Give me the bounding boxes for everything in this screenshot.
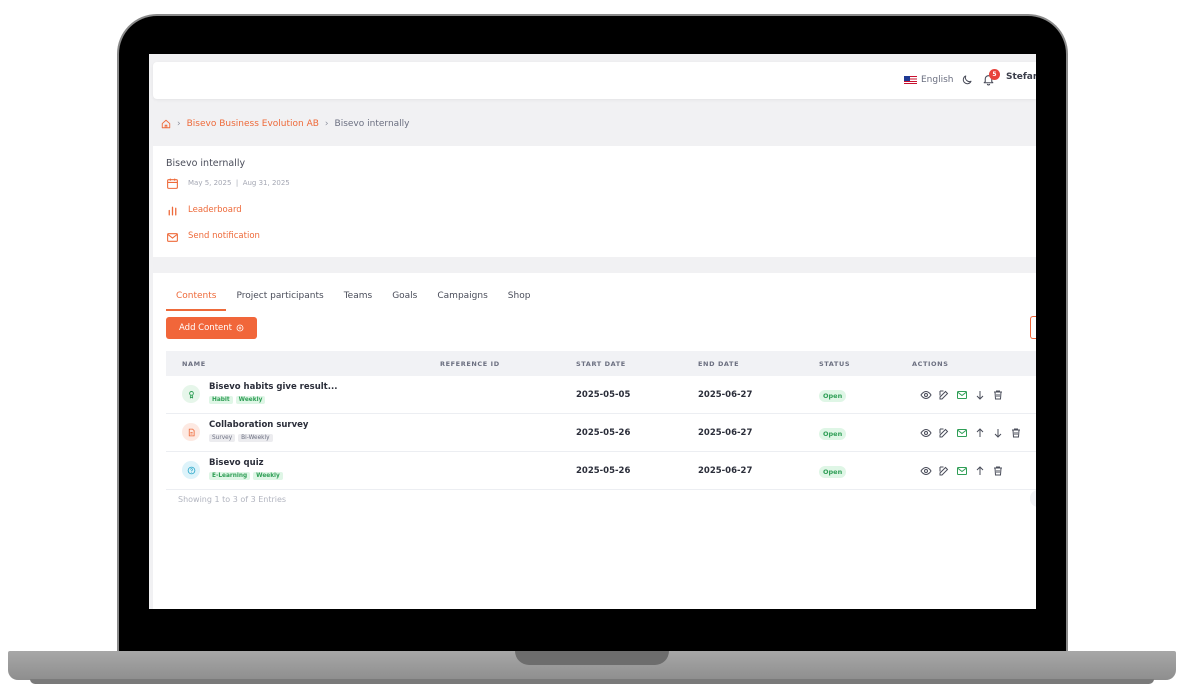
table-header: NAME REFERENCE ID START DATE END DATE ST…: [166, 351, 1036, 376]
status-badge: Open: [819, 390, 847, 402]
chevron-right-icon: ›: [177, 119, 181, 129]
tag: Weekly: [235, 396, 266, 404]
breadcrumb-company[interactable]: Bisevo Business Evolution AB: [187, 119, 319, 129]
breadcrumb: › Bisevo Business Evolution AB › Bisevo …: [161, 119, 409, 129]
contents-panel: Contents Project participants Teams Goal…: [153, 273, 1036, 609]
add-content-button[interactable]: Add Content: [166, 317, 257, 339]
arrow-up-icon[interactable]: [974, 427, 986, 439]
user-name[interactable]: Stefan: [1006, 72, 1036, 82]
quiz-icon: [182, 461, 200, 479]
project-info-card: Bisevo internally May 5, 2025 | Aug 31, …: [153, 146, 1036, 257]
eye-icon[interactable]: [920, 427, 932, 439]
content-name[interactable]: Bisevo quiz: [209, 458, 264, 468]
edit-icon[interactable]: [938, 427, 950, 439]
breadcrumb-current: Bisevo internally: [334, 119, 410, 129]
mail-icon[interactable]: [956, 389, 968, 401]
project-dates: May 5, 2025 | Aug 31, 2025: [188, 179, 290, 187]
table-row[interactable]: Bisevo habits give result... Habit Weekl…: [166, 376, 1036, 414]
start-date: 2025-05-26: [576, 466, 631, 476]
survey-icon: [182, 423, 200, 441]
laptop-base-edge: [30, 679, 1154, 684]
content-name[interactable]: Bisevo habits give result...: [209, 382, 337, 392]
column-status[interactable]: STATUS: [819, 360, 850, 368]
tag: Weekly: [253, 472, 283, 480]
content-tags: Survey Bi-Weekly: [209, 434, 273, 442]
chevron-right-icon: ›: [324, 119, 329, 129]
calendar-icon: [167, 178, 178, 189]
tag: Bi-Weekly: [238, 434, 273, 442]
table-row[interactable]: Collaboration survey Survey Bi-Weekly 20…: [166, 414, 1036, 452]
tag: Survey: [209, 434, 236, 442]
date-separator: |: [235, 179, 239, 187]
language-selector[interactable]: English: [904, 75, 954, 85]
status-badge: Open: [819, 428, 847, 440]
plus-circle-icon: [236, 324, 244, 332]
arrow-up-icon[interactable]: [974, 465, 986, 477]
content-tags: E-Learning Weekly: [209, 472, 283, 480]
notification-badge: 5: [989, 69, 1000, 80]
leaderboard-link[interactable]: Leaderboard: [188, 205, 242, 215]
column-end-date[interactable]: END DATE: [698, 360, 739, 368]
tag: Habit: [209, 396, 233, 404]
start-date: 2025-05-26: [576, 428, 631, 438]
column-reference-id[interactable]: REFERENCE ID: [440, 360, 500, 368]
tab-shop[interactable]: Shop: [498, 288, 541, 311]
edit-icon[interactable]: [938, 465, 950, 477]
bar-chart-icon: [168, 206, 177, 216]
row-actions: [920, 465, 1004, 477]
end-date: 2025-06-27: [698, 390, 753, 400]
start-date: 2025-05-05: [576, 390, 631, 400]
table-entries-summary: Showing 1 to 3 of 3 Entries: [178, 495, 287, 504]
status-badge: Open: [819, 466, 847, 478]
tab-contents[interactable]: Contents: [166, 288, 227, 311]
tab-teams[interactable]: Teams: [334, 288, 382, 311]
language-label: English: [921, 75, 954, 85]
row-actions: [920, 389, 1004, 401]
tag: E-Learning: [209, 472, 251, 480]
tab-bar: Contents Project participants Teams Goal…: [166, 288, 540, 311]
end-date: 2025-06-27: [698, 428, 753, 438]
project-start-date: May 5, 2025: [188, 179, 232, 187]
toolbar-button-right[interactable]: [1030, 316, 1036, 339]
pagination-control[interactable]: [1030, 490, 1036, 507]
eye-icon[interactable]: [920, 389, 932, 401]
edit-icon[interactable]: [938, 389, 950, 401]
us-flag-icon: [904, 76, 917, 84]
arrow-down-icon[interactable]: [992, 427, 1004, 439]
row-actions: [920, 427, 1022, 439]
send-notification-link[interactable]: Send notification: [188, 231, 260, 241]
arrow-down-icon[interactable]: [974, 389, 986, 401]
trash-icon[interactable]: [992, 389, 1004, 401]
eye-icon[interactable]: [920, 465, 932, 477]
trash-icon[interactable]: [992, 465, 1004, 477]
table-row[interactable]: Bisevo quiz E-Learning Weekly 2025-05-26…: [166, 452, 1036, 490]
content-name[interactable]: Collaboration survey: [209, 420, 308, 430]
tab-project-participants[interactable]: Project participants: [226, 288, 333, 311]
app-screen: English 5 Stefan › Bisevo Business Evolu…: [149, 54, 1036, 609]
add-content-label: Add Content: [179, 323, 232, 333]
column-name[interactable]: NAME: [182, 360, 206, 368]
mail-icon[interactable]: [956, 465, 968, 477]
tab-campaigns[interactable]: Campaigns: [427, 288, 497, 311]
moon-icon[interactable]: [961, 74, 973, 86]
column-start-date[interactable]: START DATE: [576, 360, 626, 368]
column-actions: ACTIONS: [912, 360, 949, 368]
trash-icon[interactable]: [1010, 427, 1022, 439]
mail-icon[interactable]: [956, 427, 968, 439]
project-end-date: Aug 31, 2025: [242, 179, 290, 187]
end-date: 2025-06-27: [698, 466, 753, 476]
home-icon[interactable]: [161, 119, 171, 129]
project-title: Bisevo internally: [166, 158, 246, 169]
habit-icon: [182, 385, 200, 403]
content-tags: Habit Weekly: [209, 396, 266, 404]
tab-goals[interactable]: Goals: [382, 288, 427, 311]
laptop-notch: [515, 651, 669, 665]
mail-icon: [167, 233, 178, 242]
